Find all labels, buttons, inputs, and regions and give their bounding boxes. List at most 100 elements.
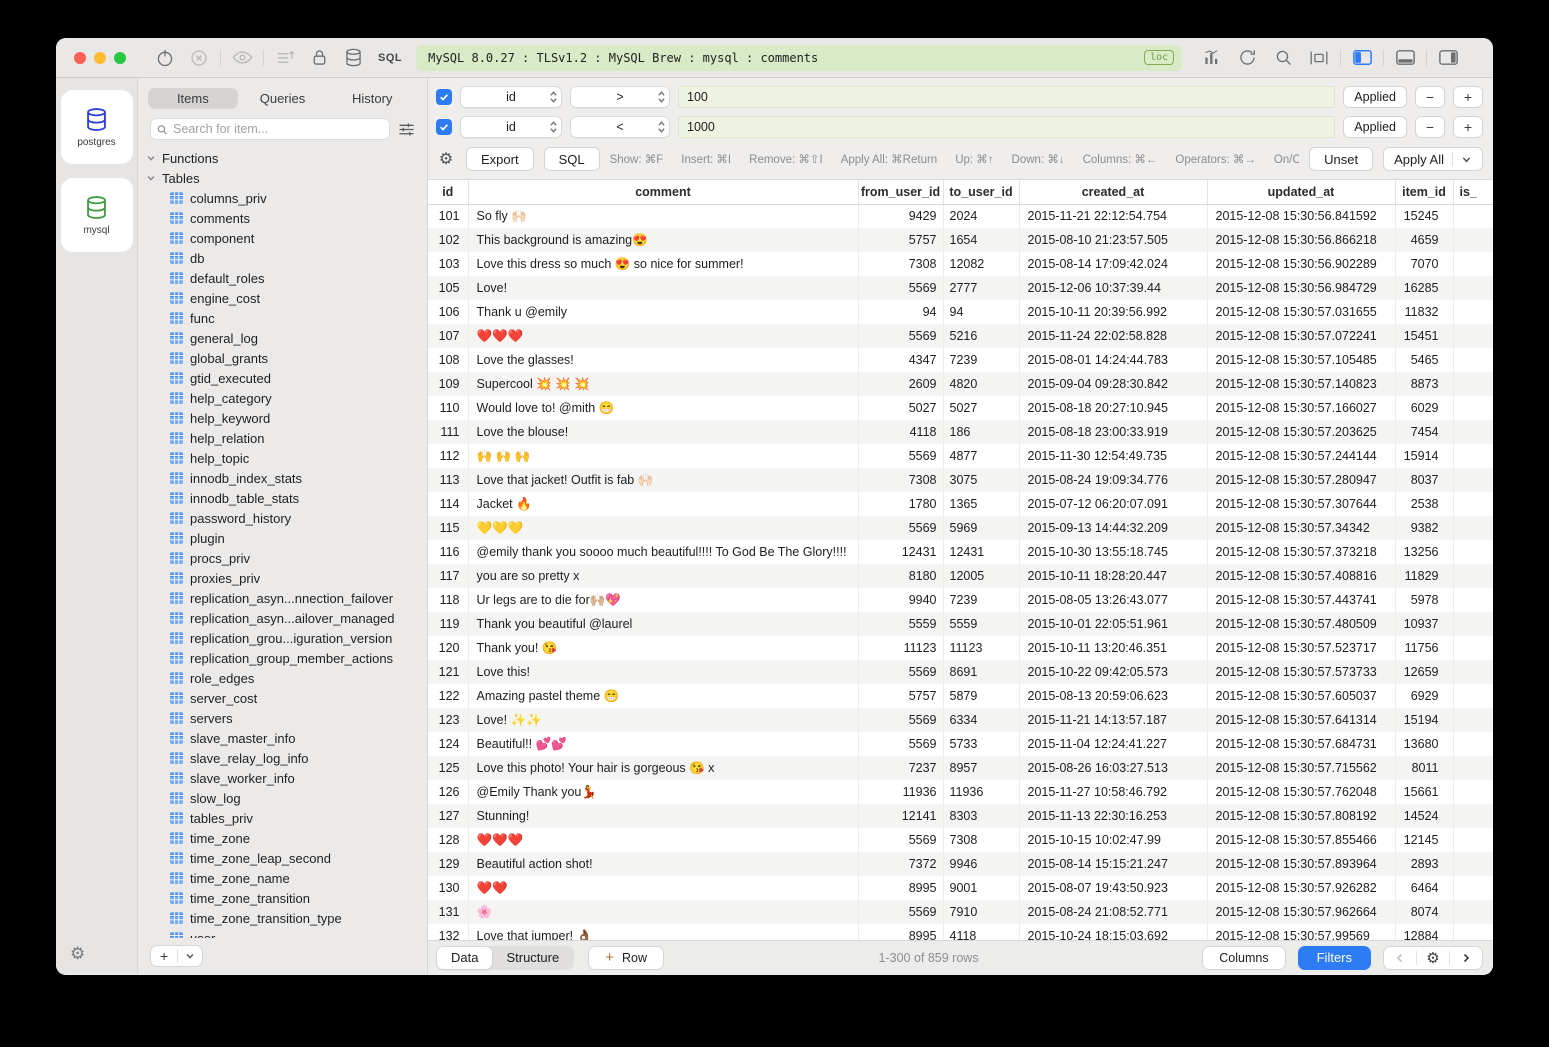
cell-id[interactable]: 122 (428, 684, 468, 708)
cell-to_user_id[interactable]: 94 (943, 300, 1019, 324)
cell-comment[interactable]: Love that jumper! 👌🏾 (468, 924, 858, 940)
sidebar-table-item[interactable]: server_cost (146, 688, 427, 708)
cell-item_id[interactable]: 5465 (1395, 348, 1453, 372)
cell-to_user_id[interactable]: 12082 (943, 252, 1019, 276)
cell-to_user_id[interactable]: 8957 (943, 756, 1019, 780)
filter1-value-input[interactable] (678, 86, 1335, 108)
cell-from_user_id[interactable]: 5559 (858, 612, 943, 636)
cell-created_at[interactable]: 2015-10-11 20:39:56.992 (1019, 300, 1207, 324)
refresh-icon[interactable] (1230, 45, 1264, 71)
cell-is_[interactable] (1453, 468, 1493, 492)
cell-to_user_id[interactable]: 7910 (943, 900, 1019, 924)
cell-item_id[interactable]: 7070 (1395, 252, 1453, 276)
cell-to_user_id[interactable]: 6334 (943, 708, 1019, 732)
cell-item_id[interactable]: 10937 (1395, 612, 1453, 636)
tab-items[interactable]: Items (148, 88, 238, 109)
sidebar-table-item[interactable]: time_zone_leap_second (146, 848, 427, 868)
table-row[interactable]: 130❤️❤️899590012015-08-07 19:43:50.92320… (428, 876, 1493, 900)
cell-is_[interactable] (1453, 516, 1493, 540)
cell-created_at[interactable]: 2015-10-24 18:15:03.692 (1019, 924, 1207, 940)
filter2-remove-button[interactable]: − (1415, 116, 1445, 138)
section-functions[interactable]: Functions (146, 148, 427, 168)
cell-updated_at[interactable]: 2015-12-08 15:30:57.962664 (1207, 900, 1395, 924)
cell-from_user_id[interactable]: 11123 (858, 636, 943, 660)
cell-item_id[interactable]: 14524 (1395, 804, 1453, 828)
cell-from_user_id[interactable]: 4118 (858, 420, 943, 444)
connection-postgres[interactable]: postgres (61, 90, 133, 164)
filter1-remove-button[interactable]: − (1415, 86, 1445, 108)
filter1-operator-select[interactable]: > (570, 86, 670, 108)
cell-updated_at[interactable]: 2015-12-08 15:30:57.573733 (1207, 660, 1395, 684)
cell-id[interactable]: 117 (428, 564, 468, 588)
cell-comment[interactable]: Love! ✨✨ (468, 708, 858, 732)
cell-item_id[interactable]: 15194 (1395, 708, 1453, 732)
cell-updated_at[interactable]: 2015-12-08 15:30:57.373218 (1207, 540, 1395, 564)
cell-created_at[interactable]: 2015-08-18 20:27:10.945 (1019, 396, 1207, 420)
cell-comment[interactable]: 🙌 🙌 🙌 (468, 444, 858, 468)
cell-item_id[interactable]: 2893 (1395, 852, 1453, 876)
cell-from_user_id[interactable]: 5027 (858, 396, 943, 420)
cell-to_user_id[interactable]: 5216 (943, 324, 1019, 348)
cell-id[interactable]: 103 (428, 252, 468, 276)
column-width-icon[interactable] (1302, 45, 1336, 71)
cell-item_id[interactable]: 8873 (1395, 372, 1453, 396)
cell-comment[interactable]: Thank u @emily (468, 300, 858, 324)
column-header-from_user_id[interactable]: from_user_id (858, 180, 943, 204)
cell-from_user_id[interactable]: 5757 (858, 228, 943, 252)
cell-to_user_id[interactable]: 5027 (943, 396, 1019, 420)
cell-created_at[interactable]: 2015-08-14 15:15:21.247 (1019, 852, 1207, 876)
cell-from_user_id[interactable]: 5569 (858, 444, 943, 468)
table-row[interactable]: 128❤️❤️❤️556973082015-10-15 10:02:47.992… (428, 828, 1493, 852)
cell-is_[interactable] (1453, 636, 1493, 660)
cell-comment[interactable]: Ur legs are to die for🙌🏼💖 (468, 588, 858, 612)
cell-updated_at[interactable]: 2015-12-08 15:30:57.480509 (1207, 612, 1395, 636)
cell-id[interactable]: 132 (428, 924, 468, 940)
table-row[interactable]: 112🙌 🙌 🙌556948772015-11-30 12:54:49.7352… (428, 444, 1493, 468)
cell-comment[interactable]: Love! (468, 276, 858, 300)
cell-to_user_id[interactable]: 12431 (943, 540, 1019, 564)
cell-comment[interactable]: you are so pretty x (468, 564, 858, 588)
table-row[interactable]: 123Love! ✨✨556963342015-11-21 14:13:57.1… (428, 708, 1493, 732)
sidebar-table-item[interactable]: comments (146, 208, 427, 228)
cell-created_at[interactable]: 2015-10-15 10:02:47.99 (1019, 828, 1207, 852)
cell-is_[interactable] (1453, 252, 1493, 276)
table-row[interactable]: 131🌸556979102015-08-24 21:08:52.7712015-… (428, 900, 1493, 924)
cell-from_user_id[interactable]: 1780 (858, 492, 943, 516)
cell-item_id[interactable]: 15451 (1395, 324, 1453, 348)
cell-id[interactable]: 125 (428, 756, 468, 780)
cell-from_user_id[interactable]: 12141 (858, 804, 943, 828)
page-settings-gear-icon[interactable]: ⚙ (1417, 947, 1449, 969)
cell-from_user_id[interactable]: 12431 (858, 540, 943, 564)
cell-from_user_id[interactable]: 4347 (858, 348, 943, 372)
structure-tab[interactable]: Structure (492, 947, 573, 969)
cell-item_id[interactable]: 8037 (1395, 468, 1453, 492)
cell-to_user_id[interactable]: 7239 (943, 348, 1019, 372)
cell-created_at[interactable]: 2015-11-30 12:54:49.735 (1019, 444, 1207, 468)
cell-updated_at[interactable]: 2015-12-08 15:30:56.841592 (1207, 204, 1395, 228)
cell-id[interactable]: 129 (428, 852, 468, 876)
column-header-to_user_id[interactable]: to_user_id (943, 180, 1019, 204)
cell-item_id[interactable]: 4659 (1395, 228, 1453, 252)
cell-updated_at[interactable]: 2015-12-08 15:30:57.715562 (1207, 756, 1395, 780)
cell-comment[interactable]: Stunning! (468, 804, 858, 828)
add-row-button[interactable]: + Row (588, 946, 664, 970)
cell-item_id[interactable]: 6929 (1395, 684, 1453, 708)
table-row[interactable]: 117you are so pretty x8180120052015-10-1… (428, 564, 1493, 588)
sidebar-table-item[interactable]: innodb_table_stats (146, 488, 427, 508)
cell-item_id[interactable]: 11756 (1395, 636, 1453, 660)
filter1-enabled-checkbox[interactable] (436, 89, 452, 105)
add-item-button[interactable]: + (151, 948, 177, 964)
filter2-operator-select[interactable]: < (570, 116, 670, 138)
export-button[interactable]: Export (466, 147, 534, 171)
cell-from_user_id[interactable]: 5569 (858, 660, 943, 684)
cell-to_user_id[interactable]: 8691 (943, 660, 1019, 684)
cell-created_at[interactable]: 2015-08-07 19:43:50.923 (1019, 876, 1207, 900)
cell-updated_at[interactable]: 2015-12-08 15:30:57.893964 (1207, 852, 1395, 876)
table-row[interactable]: 111Love the blouse!41181862015-08-18 23:… (428, 420, 1493, 444)
previous-page-button[interactable] (1384, 947, 1416, 969)
cell-item_id[interactable]: 7454 (1395, 420, 1453, 444)
cell-is_[interactable] (1453, 804, 1493, 828)
cell-from_user_id[interactable]: 7237 (858, 756, 943, 780)
cell-id[interactable]: 105 (428, 276, 468, 300)
cell-to_user_id[interactable]: 1365 (943, 492, 1019, 516)
